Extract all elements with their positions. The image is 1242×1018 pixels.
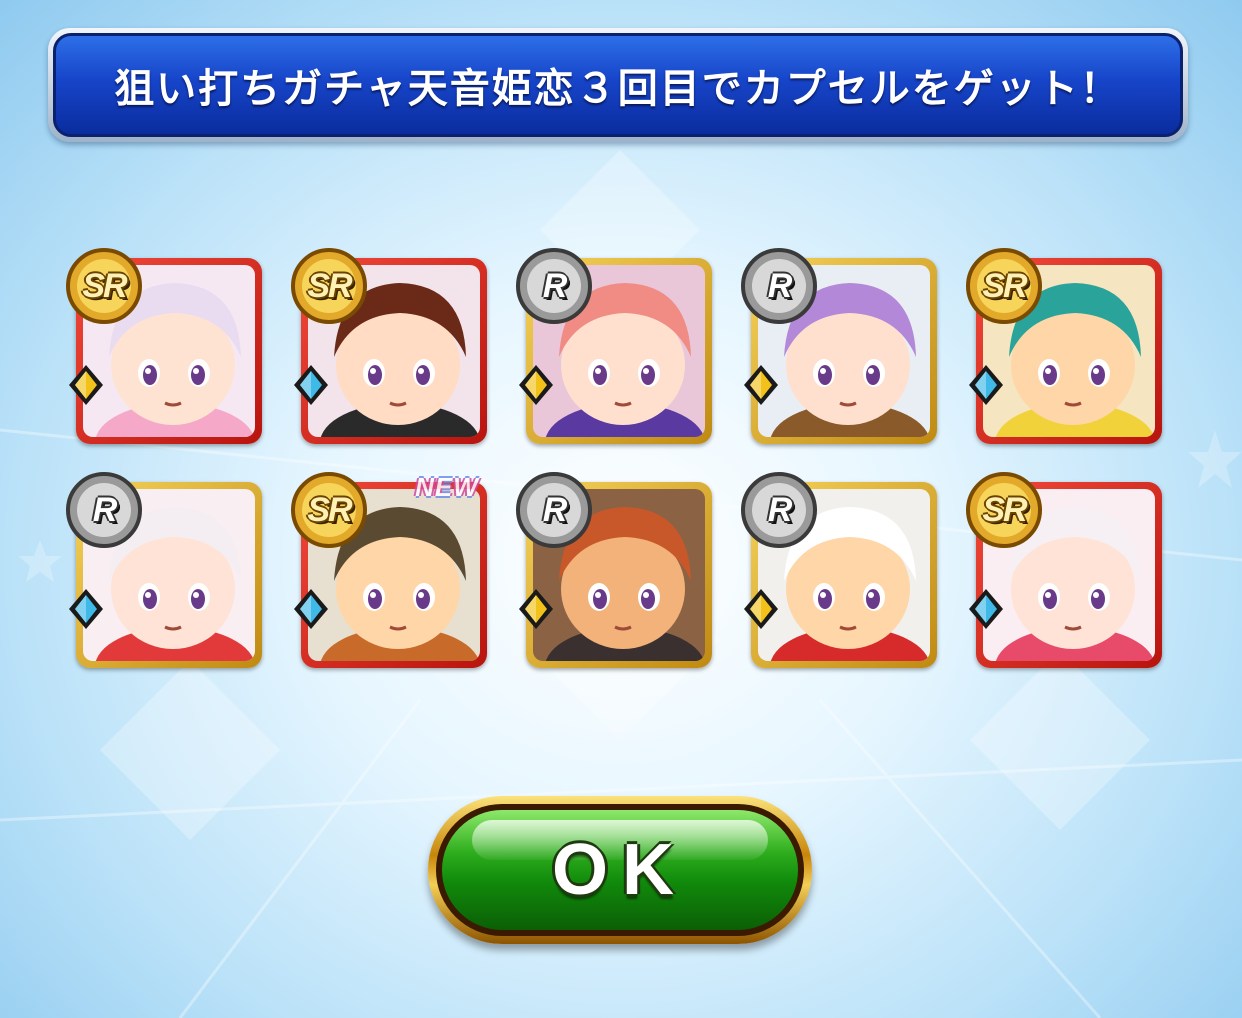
rarity-label: SR: [82, 266, 127, 305]
skill-type-icon: [968, 588, 1004, 630]
skill-type-icon: [293, 364, 329, 406]
title-banner: 狙い打ちガチャ天音姫恋３回目でカプセルをゲット！: [48, 28, 1188, 142]
power-type-icon: [743, 364, 779, 406]
rarity-badge: SR: [285, 244, 373, 328]
ok-button[interactable]: OK: [428, 796, 812, 944]
power-type-icon: [518, 588, 554, 630]
character-card[interactable]: R: [516, 472, 712, 668]
character-card[interactable]: SR: [966, 248, 1162, 444]
rarity-label: R: [542, 266, 568, 305]
rarity-label: SR: [307, 490, 352, 529]
rarity-badge: R: [510, 468, 598, 552]
power-type-icon: [68, 364, 104, 406]
rarity-badge: R: [735, 468, 823, 552]
power-type-icon: [743, 588, 779, 630]
rarity-badge: SR: [960, 244, 1048, 328]
rarity-label: R: [542, 490, 568, 529]
rarity-badge: SR: [285, 468, 373, 552]
new-badge: NEW: [415, 471, 479, 502]
rarity-label: SR: [982, 266, 1027, 305]
rarity-badge: R: [60, 468, 148, 552]
rarity-label: R: [767, 490, 793, 529]
character-card[interactable]: R: [66, 472, 262, 668]
rarity-label: R: [767, 266, 793, 305]
rarity-label: SR: [307, 266, 352, 305]
rarity-badge: SR: [60, 244, 148, 328]
character-card[interactable]: R: [741, 472, 937, 668]
rarity-label: SR: [982, 490, 1027, 529]
skill-type-icon: [968, 364, 1004, 406]
rarity-badge: R: [735, 244, 823, 328]
rarity-label: R: [92, 490, 118, 529]
skill-type-icon: [68, 588, 104, 630]
character-card[interactable]: SR: [66, 248, 262, 444]
rarity-badge: SR: [960, 468, 1048, 552]
ok-button-label: OK: [552, 830, 688, 910]
power-type-icon: [518, 364, 554, 406]
title-banner-inner: 狙い打ちガチャ天音姫恋３回目でカプセルをゲット！: [53, 33, 1183, 137]
character-card[interactable]: SR NEW: [291, 472, 487, 668]
skill-type-icon: [293, 588, 329, 630]
rarity-badge: R: [510, 244, 598, 328]
character-card[interactable]: R: [741, 248, 937, 444]
character-card[interactable]: SR: [966, 472, 1162, 668]
character-card[interactable]: R: [516, 248, 712, 444]
dialog-title: 狙い打ちガチャ天音姫恋３回目でカプセルをゲット！: [114, 66, 1122, 112]
character-card[interactable]: SR: [291, 248, 487, 444]
